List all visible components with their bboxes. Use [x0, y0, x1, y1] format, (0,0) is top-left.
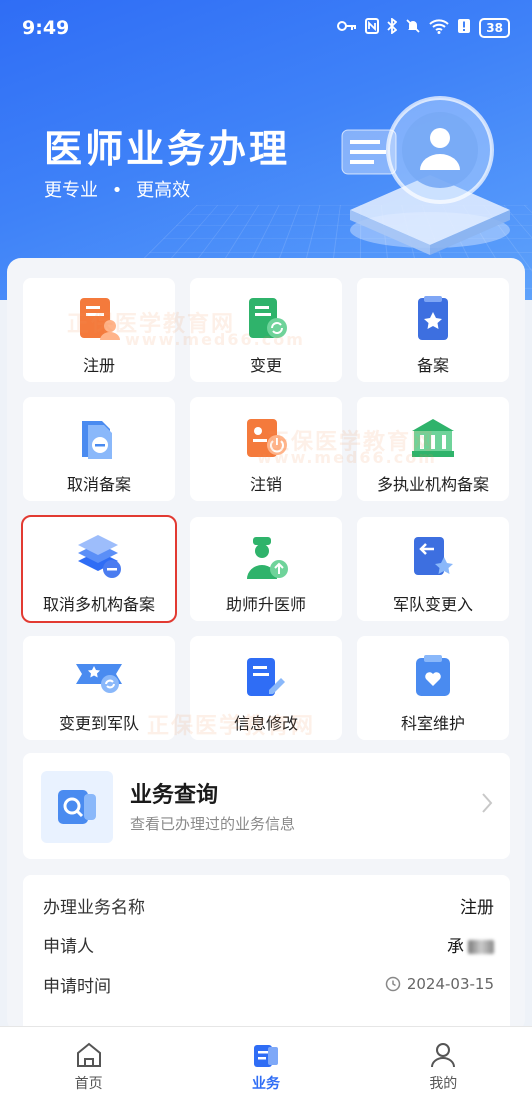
- service-register[interactable]: 注册: [23, 278, 175, 382]
- register-icon: [80, 298, 120, 340]
- cancel-multi-institution-icon: [78, 535, 121, 578]
- military-transfer-in-icon: [414, 537, 453, 575]
- page-title: 医师业务办理: [44, 127, 291, 171]
- home-icon: [76, 1042, 101, 1067]
- service-change[interactable]: 变更: [190, 278, 342, 382]
- latest-record-card[interactable]: 办理业务名称 注册 申请人 承 申请时间 2024-03-15: [23, 875, 510, 1033]
- doctor-card-illustration: [341, 96, 510, 255]
- deregister-icon: [247, 419, 287, 457]
- content-panel: 注册 变更 备案 取消备案 注销 多执业机构备案 取消多机构备案 助师升医师 军…: [7, 258, 525, 1033]
- redacted-name: [468, 939, 494, 954]
- service-military-transfer-in[interactable]: 军队变更入: [357, 517, 509, 621]
- search-icon: [58, 790, 96, 824]
- tab-home[interactable]: 首页: [0, 1027, 177, 1107]
- bluetooth-icon: [387, 17, 398, 38]
- chevron-right-icon: [482, 793, 493, 813]
- record-row-applicant: 申请人 承: [43, 930, 494, 958]
- business-query-card[interactable]: 业务查询 查看已办理过的业务信息: [23, 753, 510, 859]
- bottom-tab-bar: 首页 业务 我的: [0, 1026, 532, 1107]
- battery-indicator: 38: [479, 18, 510, 38]
- service-deregister[interactable]: 注销: [190, 397, 342, 501]
- cancel-filing-icon: [82, 421, 112, 459]
- record-row-time: 申请时间 2024-03-15: [43, 975, 494, 997]
- alert-icon: [457, 18, 471, 38]
- service-filing[interactable]: 备案: [357, 278, 509, 382]
- record-row-name: 办理业务名称 注册: [43, 897, 494, 918]
- status-icons: 38: [337, 17, 510, 38]
- service-assistant-upgrade[interactable]: 助师升医师: [190, 517, 342, 621]
- service-info-edit[interactable]: 信息修改: [190, 636, 342, 740]
- hero-subtitle: 更专业 • 更高效: [44, 180, 191, 201]
- hero-banner: 9:49 38 医师业务办理 更专业 • 更高效: [0, 0, 532, 300]
- clock-icon: [385, 976, 401, 992]
- person-icon: [431, 1043, 456, 1068]
- filing-icon: [418, 296, 448, 340]
- service-cancel-multi-institution[interactable]: 取消多机构备案: [21, 515, 177, 623]
- business-icon: [253, 1045, 278, 1067]
- key-icon: [337, 19, 357, 37]
- service-transfer-to-military[interactable]: 变更到军队: [23, 636, 175, 740]
- nfc-icon: [365, 18, 380, 38]
- tab-business[interactable]: 业务: [177, 1027, 354, 1107]
- department-maintain-icon: [416, 655, 450, 696]
- transfer-to-military-icon: [76, 664, 122, 693]
- service-multi-institution[interactable]: 多执业机构备案: [357, 397, 509, 501]
- status-time: 9:49: [22, 17, 70, 39]
- query-icon-box: [41, 771, 113, 843]
- query-title: 业务查询: [130, 783, 219, 808]
- assistant-upgrade-icon: [247, 537, 288, 579]
- info-edit-icon: [247, 658, 285, 696]
- change-icon: [249, 298, 287, 338]
- status-bar: 9:49 38: [0, 0, 532, 56]
- tab-mine[interactable]: 我的: [355, 1027, 532, 1107]
- query-description: 查看已办理过的业务信息: [130, 815, 296, 833]
- service-cancel-filing[interactable]: 取消备案: [23, 397, 175, 501]
- service-department-maintain[interactable]: 科室维护: [357, 636, 509, 740]
- wifi-icon: [429, 18, 449, 38]
- applicant-value: 承: [447, 932, 494, 957]
- multi-institution-icon: [412, 419, 454, 457]
- mute-icon: [405, 18, 421, 38]
